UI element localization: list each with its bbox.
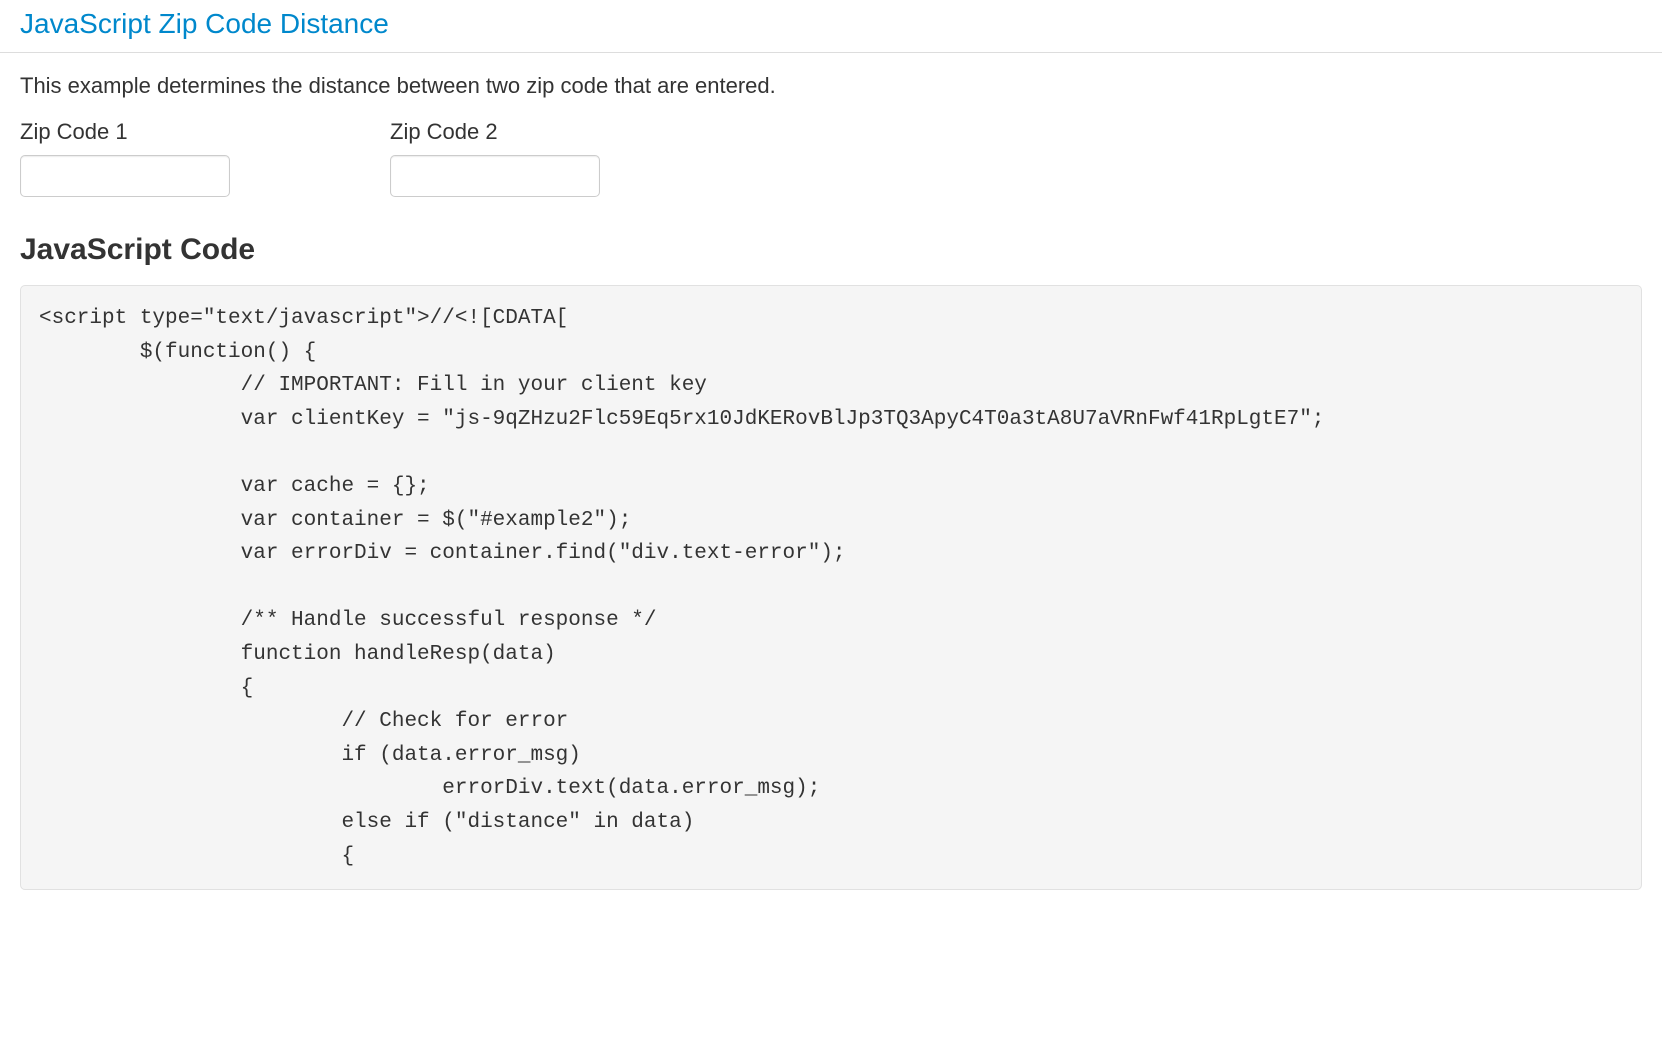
zip2-group: Zip Code 2 [390, 119, 600, 197]
code-block: <script type="text/javascript">//<![CDAT… [20, 285, 1642, 890]
zip2-input[interactable] [390, 155, 600, 197]
code-content: <script type="text/javascript">//<![CDAT… [39, 302, 1623, 873]
zip1-input[interactable] [20, 155, 230, 197]
zip1-label: Zip Code 1 [20, 119, 230, 145]
zip2-label: Zip Code 2 [390, 119, 600, 145]
page-header: JavaScript Zip Code Distance [0, 0, 1662, 53]
zip-form-row: Zip Code 1 Zip Code 2 [20, 119, 1642, 197]
content-area: This example determines the distance bet… [0, 53, 1662, 910]
page-title-link[interactable]: JavaScript Zip Code Distance [20, 8, 389, 39]
description-text: This example determines the distance bet… [20, 73, 1642, 99]
code-section-heading: JavaScript Code [20, 233, 1642, 267]
zip1-group: Zip Code 1 [20, 119, 230, 197]
